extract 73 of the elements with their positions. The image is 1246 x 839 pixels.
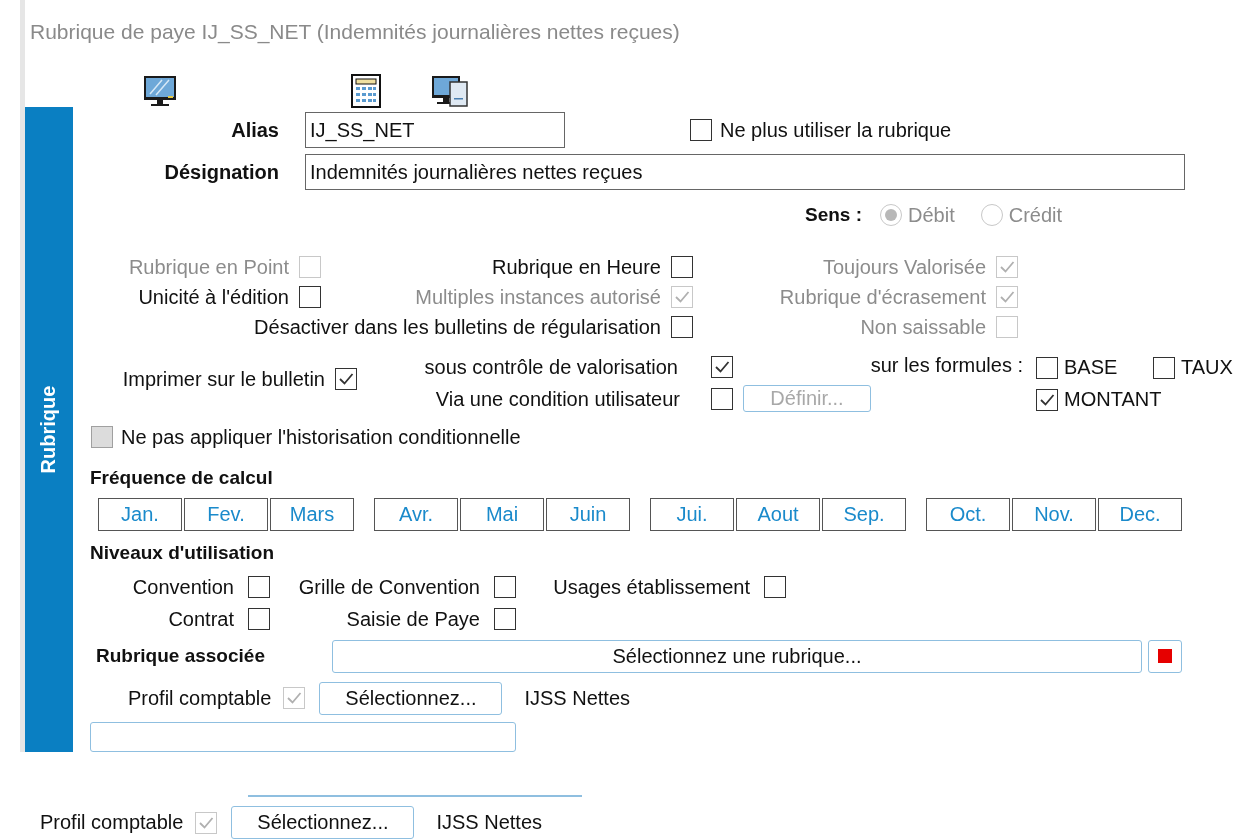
formulas-label: sur les formules : — [870, 354, 1023, 377]
checkbox[interactable] — [1036, 356, 1058, 379]
alias-label: Alias — [230, 118, 280, 142]
option-label: Contrat — [167, 607, 235, 631]
checkbox[interactable] — [1153, 356, 1175, 379]
month-button[interactable]: Dec. — [1098, 498, 1182, 531]
profile-label: Profil comptable — [128, 686, 272, 710]
alias-field[interactable]: IJ_SS_NET — [305, 112, 565, 148]
option-label: Usages établissement — [552, 575, 751, 599]
checkbox-label: BASE — [1064, 356, 1118, 379]
checkbox[interactable] — [494, 576, 516, 598]
square-icon — [1158, 649, 1172, 663]
month-button[interactable]: Jui. — [650, 498, 734, 531]
month-button[interactable]: Juin — [546, 498, 630, 531]
month-button[interactable]: Mai — [460, 498, 544, 531]
option-label: Rubrique en Heure — [491, 255, 662, 279]
checkbox[interactable] — [299, 286, 321, 308]
month-button[interactable]: Sep. — [822, 498, 906, 531]
month-button[interactable]: Aout — [736, 498, 820, 531]
option-label: Convention — [131, 575, 235, 599]
checkbox[interactable] — [764, 576, 786, 598]
option-label: Rubrique en Point — [127, 255, 290, 279]
option-label: Grille de Convention — [297, 575, 481, 599]
select-button[interactable]: Sélectionnez... — [231, 806, 415, 839]
section-heading: Niveaux d'utilisation — [89, 541, 275, 565]
radio-label: Crédit — [1008, 203, 1063, 227]
profile-label: Profil comptable — [40, 811, 184, 834]
checkbox-label: Ne pas appliquer l'historisation conditionnelle — [121, 425, 521, 449]
radio-label: Débit — [908, 203, 955, 227]
checkbox[interactable] — [248, 608, 270, 630]
monitor-icon[interactable] — [142, 74, 178, 108]
option-label: Non saissable — [859, 315, 987, 339]
month-button[interactable]: Fev. — [184, 498, 268, 531]
window-title: Rubrique de paye IJ_SS_NET (Indemnités journalières nettes reçues) — [29, 19, 681, 44]
option-label: Rubrique d'écrasement — [778, 285, 987, 309]
month-button[interactable]: Avr. — [374, 498, 458, 531]
option-label: Désactiver dans les bulletins de régularisation — [253, 315, 662, 339]
checkbox-label: MONTANT — [1064, 388, 1162, 411]
profile-value: IJSS Nettes — [524, 686, 630, 710]
select-rubric-button[interactable]: Sélectionnez une rubrique... — [332, 639, 1142, 673]
checkbox[interactable] — [671, 256, 693, 278]
calculator-icon[interactable] — [351, 74, 381, 108]
checkbox[interactable] — [248, 576, 270, 598]
option-label: sous contrôle de valorisation — [424, 356, 678, 379]
checkbox[interactable] — [711, 356, 733, 378]
option-label: Multiples instances autorisé — [414, 285, 662, 309]
section-heading: Fréquence de calcul — [89, 466, 274, 490]
checkbox[interactable] — [1036, 388, 1058, 411]
select-button[interactable]: Sélectionnez... — [319, 681, 503, 715]
month-button[interactable]: Oct. — [926, 498, 1010, 531]
month-button[interactable]: Jan. — [98, 498, 182, 531]
option-label: Imprimer sur le bulletin — [122, 368, 325, 391]
checkbox[interactable] — [494, 608, 516, 630]
designation-label: Désignation — [163, 160, 280, 184]
month-button[interactable]: Mars — [270, 498, 354, 531]
clear-button[interactable] — [1148, 639, 1182, 673]
checkbox[interactable] — [335, 368, 357, 390]
checkbox[interactable] — [671, 316, 693, 338]
checkbox[interactable] — [711, 388, 733, 410]
option-label: Toujours Valorisée — [821, 255, 987, 279]
month-button[interactable]: Nov. — [1012, 498, 1096, 531]
checkbox-label: TAUX — [1181, 356, 1233, 379]
profile-value: IJSS Nettes — [436, 811, 542, 834]
option-label: Saisie de Paye — [345, 607, 481, 631]
checkbox-label: Ne plus utiliser la rubrique — [720, 118, 952, 142]
checkbox[interactable] — [690, 119, 712, 141]
associated-label: Rubrique associée — [95, 645, 266, 667]
sens-label: Sens : — [805, 204, 863, 226]
option-label: Unicité à l'édition — [137, 285, 290, 309]
monitor-document-icon[interactable] — [431, 74, 469, 108]
designation-field[interactable]: Indemnités journalières nettes reçues — [305, 154, 1185, 190]
side-tab[interactable]: Rubrique — [25, 107, 73, 752]
option-label: Via une condition utilisateur — [435, 388, 680, 411]
